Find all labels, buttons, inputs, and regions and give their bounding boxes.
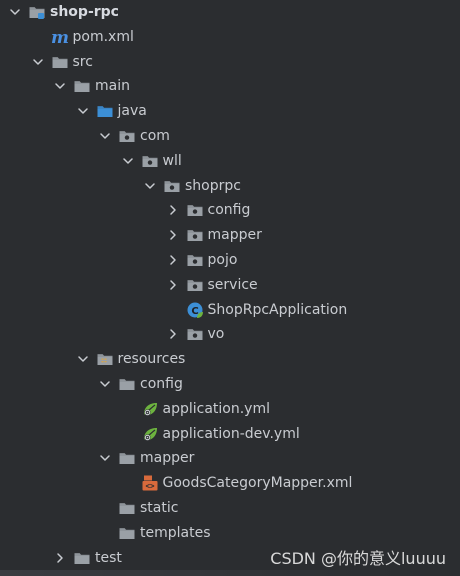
tree-row-pom[interactable]: m pom.xml: [31, 25, 134, 49]
tree-label: java: [117, 103, 147, 120]
tree-row-application-dev-yml[interactable]: application-dev.yml: [121, 422, 300, 446]
chevron-right-icon[interactable]: [53, 551, 67, 565]
folder-icon: [118, 375, 136, 393]
chevron-down-icon[interactable]: [98, 377, 112, 391]
bottom-strip: [0, 570, 460, 576]
tree-label: shoprpc: [185, 177, 241, 194]
tree-label: static: [140, 500, 179, 516]
module-folder-icon: [28, 3, 46, 21]
tree-label: mapper: [140, 450, 195, 467]
tree-row-shop-rpc[interactable]: shop-rpc: [8, 0, 119, 24]
tree-row-res-mapper[interactable]: mapper: [98, 446, 194, 470]
resources-folder-icon: [96, 350, 114, 368]
svg-text:m: m: [51, 28, 69, 46]
tree-row-resources[interactable]: resources: [76, 347, 186, 371]
tree-row-com[interactable]: com: [98, 124, 170, 148]
source-root-folder-icon: [96, 102, 114, 120]
folder-icon: [73, 549, 91, 567]
package-icon: [163, 177, 181, 195]
chevron-down-icon[interactable]: [143, 179, 157, 193]
folder-icon: [118, 524, 136, 542]
chevron-right-icon[interactable]: [166, 278, 180, 292]
chevron-down-icon[interactable]: [76, 104, 90, 118]
tree-label: resources: [117, 351, 186, 368]
tree-row-wll[interactable]: wll: [121, 149, 182, 173]
project-tree: shop-rpc m pom.xml src main java com wll shoprpc…: [0, 0, 460, 576]
tree-label: shop-rpc: [50, 4, 119, 20]
folder-icon: [51, 53, 69, 71]
folder-icon: [118, 449, 136, 467]
spring-yml-icon: [141, 425, 159, 443]
package-icon: [186, 201, 204, 219]
tree-label: test: [95, 549, 122, 566]
tree-label: mapper: [207, 227, 262, 244]
chevron-down-icon[interactable]: [31, 55, 45, 69]
tree-label: com: [140, 128, 170, 144]
tree-row-res-config[interactable]: config: [98, 372, 183, 396]
svg-text:<>: <>: [145, 482, 155, 491]
tree-label: wll: [162, 152, 182, 169]
folder-icon: [73, 77, 91, 95]
spring-yml-icon: [141, 400, 159, 418]
maven-icon: m: [51, 28, 69, 46]
tree-label: config: [140, 376, 183, 392]
tree-label: service: [207, 276, 258, 293]
tree-row-shoprpc[interactable]: shoprpc: [143, 174, 241, 198]
tree-row-static[interactable]: static: [98, 496, 178, 520]
tree-label: config: [207, 202, 251, 219]
tree-label: pom.xml: [72, 28, 134, 45]
tree-row-goods-mapper-xml[interactable]: <> GoodsCategoryMapper.xml: [121, 471, 353, 495]
tree-row-pojo[interactable]: pojo: [166, 248, 238, 272]
package-icon: [186, 251, 204, 269]
chevron-down-icon[interactable]: [76, 352, 90, 366]
chevron-right-icon[interactable]: [166, 327, 180, 341]
chevron-right-icon[interactable]: [166, 228, 180, 242]
tree-label: application.yml: [162, 400, 271, 417]
chevron-down-icon[interactable]: [53, 79, 67, 93]
tree-label: main: [95, 78, 130, 95]
package-icon: [186, 276, 204, 294]
package-icon: [186, 226, 204, 244]
tree-label: ShopRpcApplication: [207, 301, 348, 318]
tree-row-vo[interactable]: vo: [166, 322, 225, 346]
chevron-right-icon[interactable]: [166, 253, 180, 267]
tree-row-templates[interactable]: templates: [98, 521, 211, 545]
folder-icon: [118, 499, 136, 517]
tree-row-service[interactable]: service: [166, 273, 258, 297]
chevron-down-icon[interactable]: [98, 451, 112, 465]
tree-row-test[interactable]: test: [53, 546, 122, 570]
tree-row-main[interactable]: main: [53, 74, 130, 98]
watermark: CSDN @你的意义luuuu: [270, 549, 446, 568]
tree-label: src: [72, 53, 93, 70]
tree-row-java[interactable]: java: [76, 99, 147, 123]
chevron-down-icon[interactable]: [121, 154, 135, 168]
tree-label: application-dev.yml: [162, 425, 300, 442]
tree-row-application-yml[interactable]: application.yml: [121, 397, 271, 421]
package-icon: [118, 127, 136, 145]
xml-file-icon: <>: [141, 474, 159, 492]
tree-label: GoodsCategoryMapper.xml: [162, 475, 353, 492]
tree-row-src[interactable]: src: [31, 50, 93, 74]
tree-label: pojo: [207, 252, 238, 268]
package-icon: [141, 152, 159, 170]
chevron-down-icon[interactable]: [98, 129, 112, 143]
package-icon: [186, 325, 204, 343]
chevron-right-icon[interactable]: [166, 203, 180, 217]
spring-boot-class-icon: C: [186, 301, 204, 319]
tree-row-config[interactable]: config: [166, 198, 251, 222]
tree-row-ShopRpcApplication[interactable]: C ShopRpcApplication: [166, 298, 348, 322]
chevron-down-icon[interactable]: [8, 5, 22, 19]
tree-row-mapper[interactable]: mapper: [166, 223, 262, 247]
tree-label: vo: [207, 326, 225, 343]
tree-label: templates: [140, 524, 211, 541]
